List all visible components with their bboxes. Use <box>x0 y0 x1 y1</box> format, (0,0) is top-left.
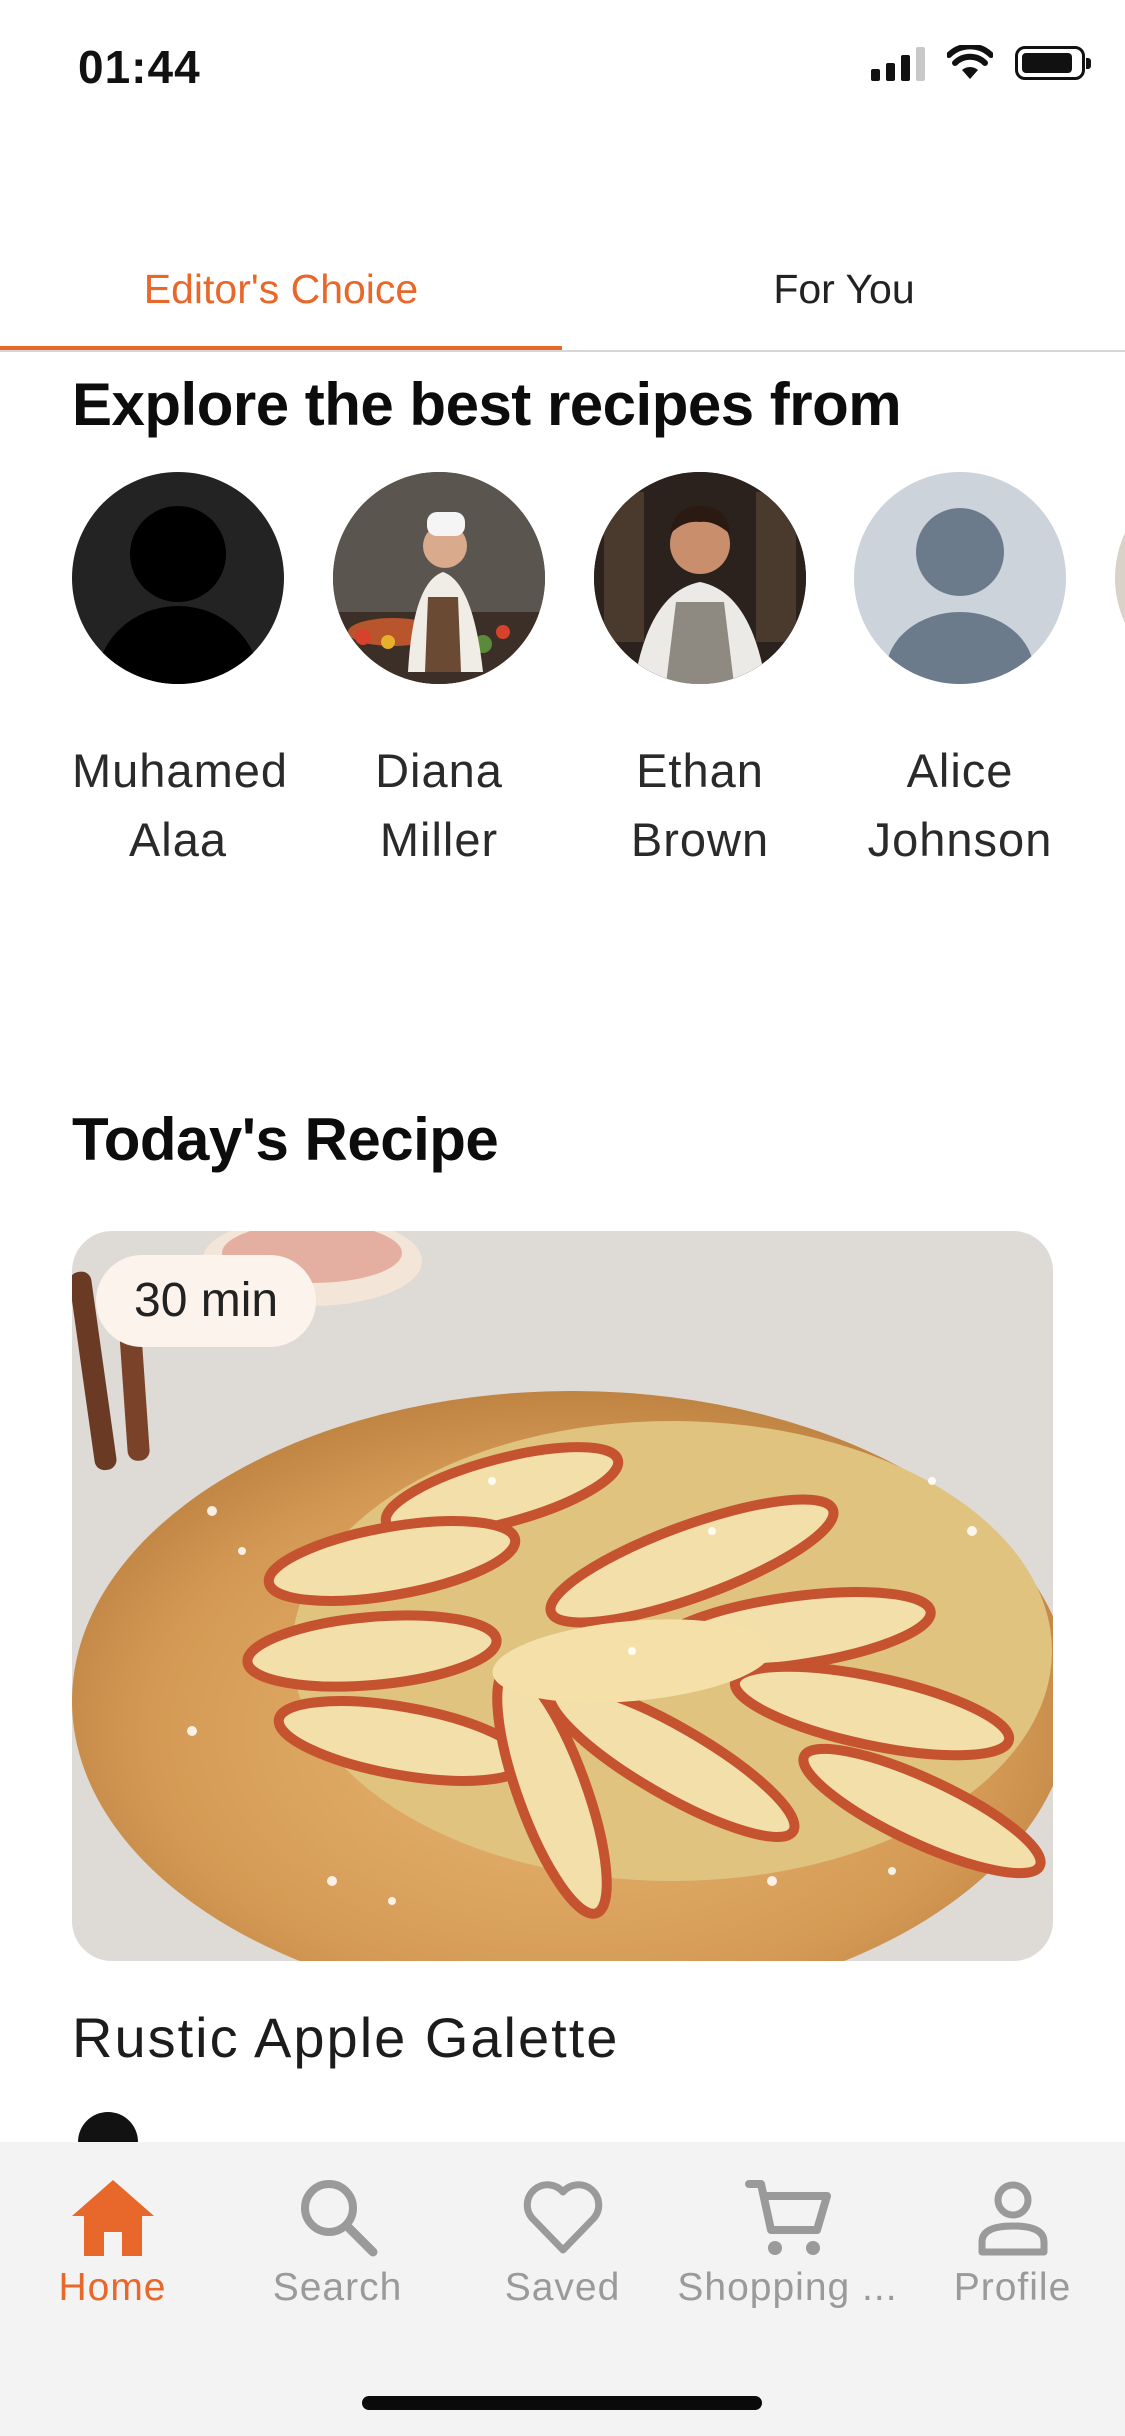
home-icon <box>71 2180 154 2256</box>
person-icon <box>978 2181 1047 2256</box>
status-bar: 01:44 <box>0 0 1125 140</box>
chef-item-partial[interactable] <box>1115 472 1125 684</box>
chef-photo <box>594 472 806 684</box>
nav-search[interactable]: Search <box>225 2172 450 2310</box>
nav-profile[interactable]: Profile <box>900 2172 1125 2310</box>
nav-label: Search <box>272 2266 403 2309</box>
time-badge: 30 min <box>96 1255 317 1347</box>
chef-name: Diana Miller <box>375 744 503 866</box>
tab-for-you[interactable]: For You <box>563 230 1125 348</box>
avatar <box>72 472 284 684</box>
chef-item[interactable]: Ethan Brown <box>594 472 806 874</box>
avatar <box>594 472 806 684</box>
chef-name: Alice Johnson <box>867 744 1053 866</box>
bottom-nav: Home Search Saved Shopping ... Profile <box>0 2142 1125 2436</box>
tab-bar: Editor's Choice For You <box>0 230 1125 352</box>
battery-icon <box>1015 46 1091 80</box>
person-placeholder-icon <box>886 508 1034 684</box>
chef-name: Muhamed Alaa <box>72 744 288 866</box>
recipe-card[interactable]: 30 min <box>72 1231 1053 1961</box>
avatar <box>333 472 545 684</box>
chef-item[interactable]: Diana Miller <box>333 472 545 874</box>
explore-title: Explore the best recipes from <box>72 371 902 438</box>
chef-item[interactable]: Alice Johnson <box>854 472 1066 874</box>
tab-editors-choice[interactable]: Editor's Choice <box>0 230 562 348</box>
wifi-icon <box>947 45 993 79</box>
nav-saved[interactable]: Saved <box>450 2172 675 2310</box>
chef-name: Ethan Brown <box>630 744 770 866</box>
chef-photo <box>333 472 545 684</box>
search-icon <box>300 2180 377 2257</box>
nav-shopping[interactable]: Shopping ... <box>675 2172 900 2310</box>
home-indicator <box>362 2396 762 2410</box>
person-placeholder-icon <box>96 506 260 684</box>
chef-item[interactable]: Muhamed Alaa <box>72 472 288 874</box>
nav-label: Saved <box>504 2266 621 2309</box>
recipe-title[interactable]: Rustic Apple Galette <box>72 2005 619 2070</box>
avatar <box>854 472 1066 684</box>
cart-icon <box>744 2180 831 2255</box>
nav-label: Profile <box>953 2266 1072 2309</box>
cellular-signal-icon <box>871 45 925 81</box>
nav-label: Shopping ... <box>677 2266 898 2309</box>
todays-recipe-title: Today's Recipe <box>72 1106 499 1173</box>
heart-icon <box>523 2181 602 2254</box>
nav-label: Home <box>58 2266 167 2309</box>
nav-home[interactable]: Home <box>0 2172 225 2310</box>
status-time: 01:44 <box>78 41 201 93</box>
tab-indicator <box>0 346 562 350</box>
status-icons <box>871 45 1091 81</box>
